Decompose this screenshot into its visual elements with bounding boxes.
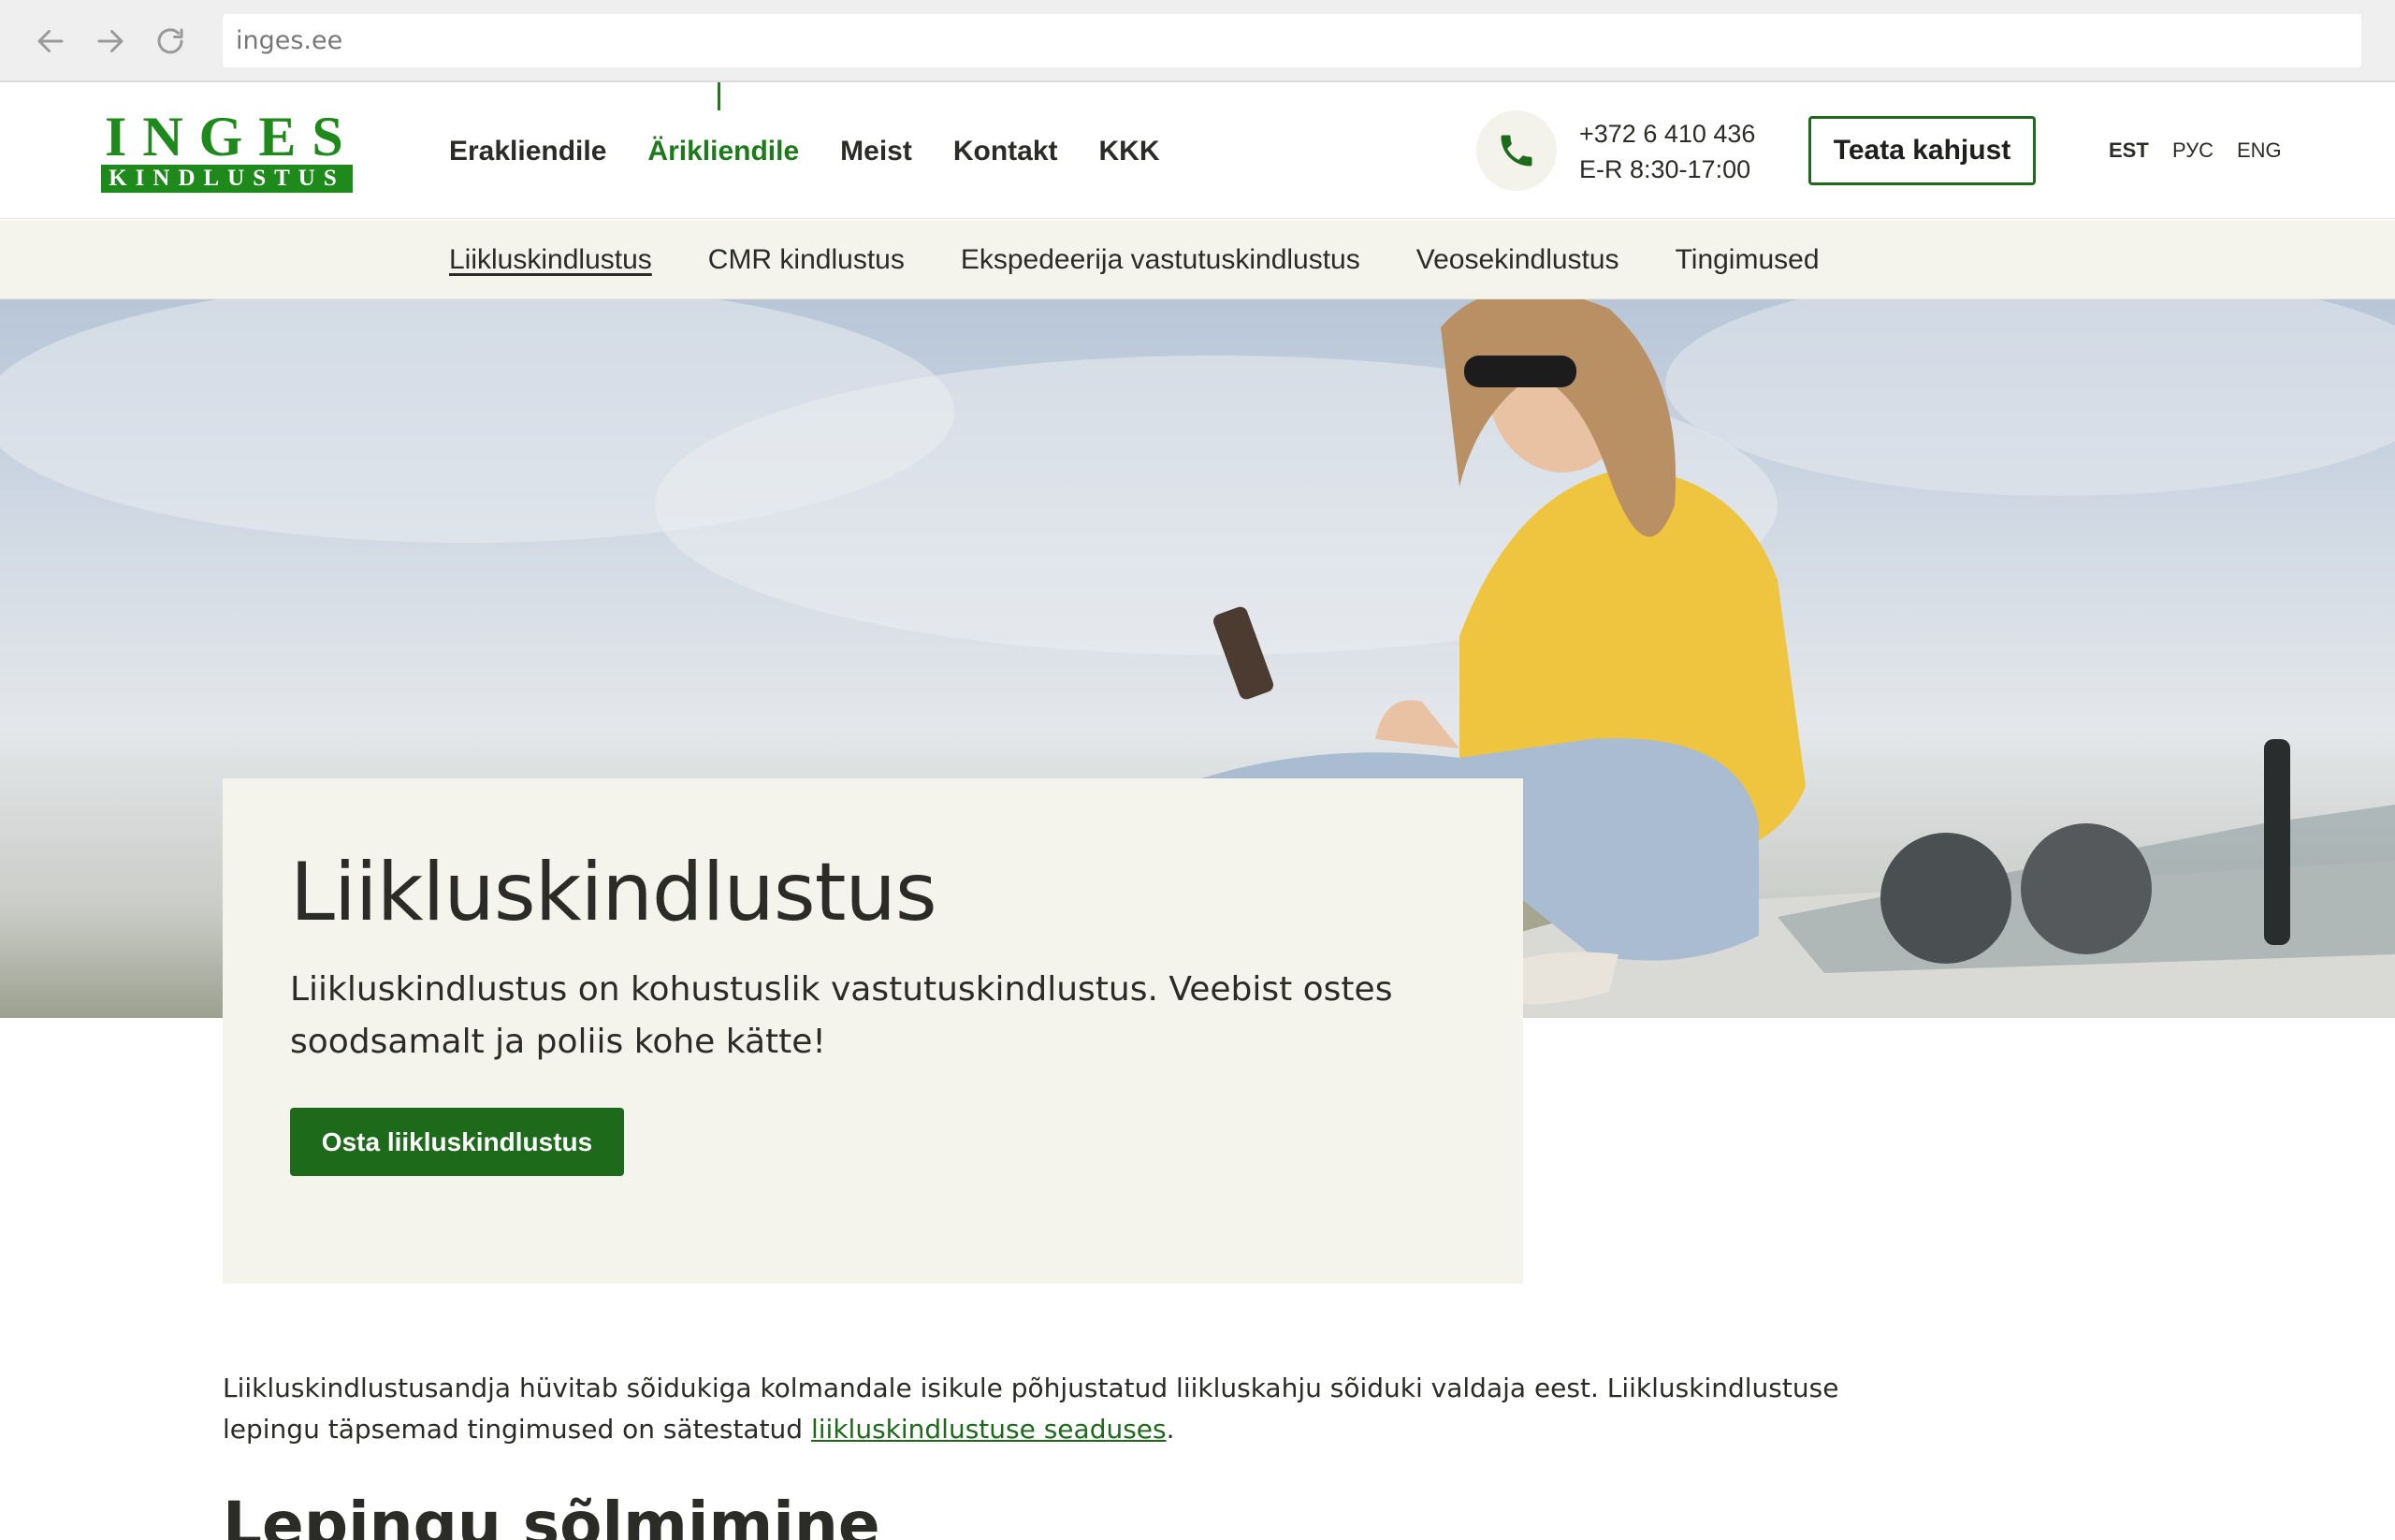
hero-description: Liikluskindlustus on kohustuslik vastutu…	[290, 970, 1393, 1061]
subnav-tingimused[interactable]: Tingimused	[1676, 244, 1820, 276]
office-hours: E-R 8:30-17:00	[1579, 155, 1751, 183]
url-text: inges.ee	[236, 26, 343, 55]
phone-button[interactable]	[1476, 110, 1557, 191]
subnav-veosekindlustus[interactable]: Veosekindlustus	[1416, 244, 1619, 276]
forward-button[interactable]	[90, 21, 131, 62]
lang-est[interactable]: EST	[2109, 138, 2149, 163]
arrow-left-icon	[37, 30, 64, 52]
page-title: Liikluskindlustus	[290, 846, 937, 939]
nav-arikliendile[interactable]: Ärikliendile	[647, 136, 799, 167]
logo-subtitle: KINDLUSTUS	[101, 165, 353, 193]
address-bar[interactable]: inges.ee	[223, 14, 2361, 67]
reload-button[interactable]	[150, 21, 191, 62]
report-claim-button[interactable]: Teata kahjust	[1808, 116, 2036, 185]
nav-kontakt[interactable]: Kontakt	[953, 136, 1058, 167]
lang-eng[interactable]: ENG	[2237, 138, 2282, 163]
nav-erakliendile[interactable]: Erakliendile	[449, 136, 606, 167]
nav-meist[interactable]: Meist	[840, 136, 912, 167]
inges-logo[interactable]: INGES KINDLUSTUS	[101, 106, 359, 193]
buy-insurance-button[interactable]: Osta liikluskindlustus	[290, 1108, 624, 1176]
section-heading: Lepingu sõlmimine	[223, 1489, 880, 1540]
subnav-liikluskindlustus[interactable]: Liikluskindlustus	[449, 244, 652, 276]
phone-number[interactable]: +372 6 410 436	[1579, 116, 1755, 152]
subnav-cmr-kindlustus[interactable]: CMR kindlustus	[708, 244, 905, 276]
hero-card: Liikluskindlustus Liikluskindlustus on k…	[223, 778, 1523, 1284]
arrow-right-icon	[97, 30, 123, 52]
reload-icon	[157, 28, 183, 54]
lang-rus[interactable]: РУС	[2172, 138, 2214, 163]
site-header: INGES KINDLUSTUS Erakliendile Ärikliendi…	[0, 82, 2395, 219]
back-button[interactable]	[30, 21, 71, 62]
intro-end: .	[1166, 1414, 1175, 1445]
browser-toolbar: inges.ee	[0, 0, 2395, 82]
subnav-ekspedeerija[interactable]: Ekspedeerija vastutuskindlustus	[961, 244, 1360, 276]
sub-nav: Liikluskindlustus CMR kindlustus Ekspede…	[0, 220, 2395, 299]
law-link[interactable]: liikluskindlustuse seaduses	[811, 1414, 1167, 1445]
nav-kkk[interactable]: KKK	[1099, 136, 1160, 167]
logo-wordmark: INGES	[105, 106, 359, 167]
main-nav: Erakliendile Ärikliendile Meist Kontakt …	[449, 84, 1160, 219]
phone-icon	[1501, 135, 1532, 167]
intro-paragraph: Liikluskindlustusandja hüvitab sõidukiga…	[223, 1368, 1851, 1450]
contact-info: +372 6 410 436 E-R 8:30-17:00	[1579, 116, 1755, 187]
